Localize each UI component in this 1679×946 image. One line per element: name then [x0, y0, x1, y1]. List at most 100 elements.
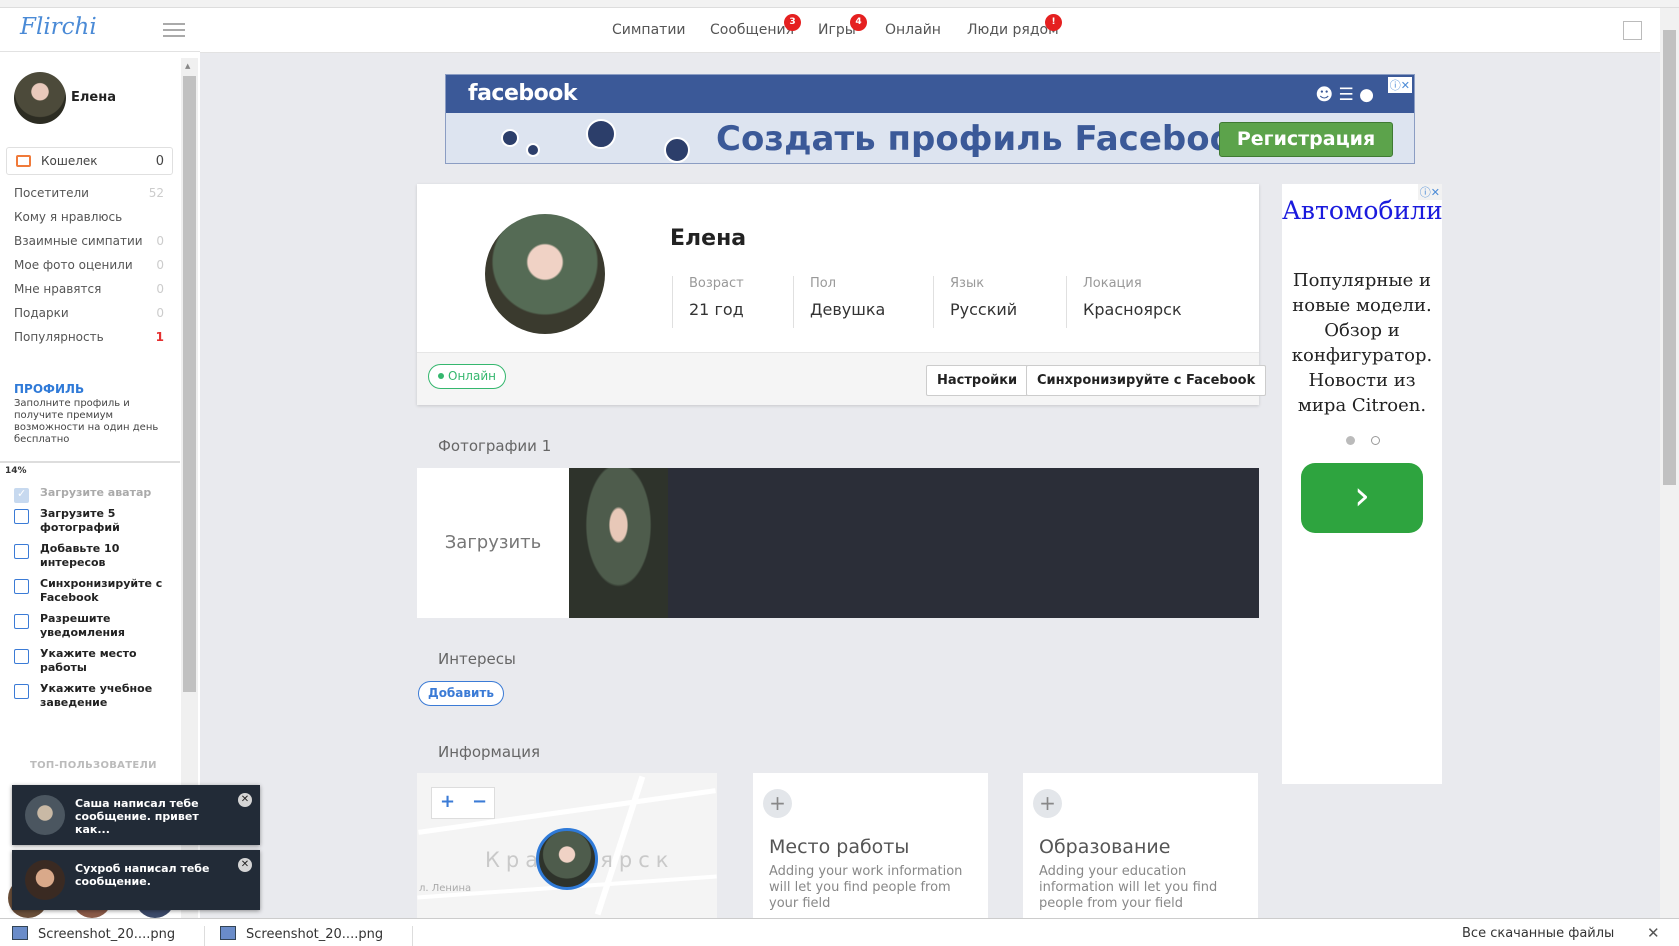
- add-education-icon[interactable]: +: [1033, 789, 1062, 818]
- message-notification[interactable]: Саша написал тебе сообщение. привет как.…: [12, 785, 260, 845]
- avatar[interactable]: [14, 72, 66, 124]
- interests-heading: Интересы: [438, 650, 516, 668]
- stat-who-likes-me[interactable]: Кому я нравлюсь: [14, 210, 164, 234]
- checkbox[interactable]: [14, 509, 29, 524]
- location-map[interactable]: + − Красноярск л. Ленина: [417, 773, 717, 918]
- ad-carousel-dots: [1346, 434, 1396, 449]
- stat-popularity[interactable]: Популярность 1: [14, 330, 164, 354]
- app-logo[interactable]: Flirchi: [20, 14, 97, 40]
- profile-heading[interactable]: ПРОФИЛЬ: [14, 382, 84, 396]
- menu-icon[interactable]: [163, 23, 185, 41]
- user-name[interactable]: Елена: [71, 90, 116, 105]
- profile-field-location: Локация Красноярск: [1066, 276, 1182, 328]
- sidebar-header: Flirchi: [0, 8, 200, 52]
- field-label: Язык: [950, 276, 985, 291]
- nav-likes[interactable]: Симпатии: [612, 22, 686, 38]
- ad-next-button[interactable]: ›: [1301, 463, 1423, 533]
- stat-gifts[interactable]: Подарки 0: [14, 306, 164, 330]
- task-upload-photos[interactable]: Загрузите 5 фотографий: [14, 507, 174, 535]
- citroen-ad[interactable]: ⓘ✕ Автомобили и Citroen Популярные и нов…: [1282, 184, 1442, 784]
- field-value: 21 год: [689, 300, 744, 319]
- download-item[interactable]: Screenshot_20....png: [220, 926, 413, 946]
- download-item[interactable]: Screenshot_20....png: [12, 926, 205, 946]
- add-interest-button[interactable]: Добавить: [418, 681, 504, 706]
- checkbox[interactable]: [14, 487, 29, 503]
- map-avatar-pin[interactable]: [536, 828, 598, 890]
- games-badge: 4: [850, 14, 867, 31]
- zoom-out-button[interactable]: −: [472, 791, 487, 812]
- task-label: Загрузите 5 фотографий: [40, 507, 120, 534]
- close-icon[interactable]: ✕: [238, 793, 252, 807]
- stat-mutual[interactable]: Взаимные симпатии 0: [14, 234, 164, 258]
- status-text: Онлайн: [448, 369, 496, 383]
- user-card[interactable]: Елена: [14, 72, 116, 124]
- stat-label: Взаимные симпатии: [14, 234, 143, 248]
- add-work-icon[interactable]: +: [763, 789, 792, 818]
- facebook-ad-slogan: Создать профиль Facebook: [716, 119, 1256, 159]
- facebook-ad-banner[interactable]: facebook ☻ ☰ ● ⓘ✕ Создать профиль Facebo…: [445, 74, 1415, 164]
- stat-label: Популярность: [14, 330, 104, 344]
- profile-card-footer: Онлайн Настройки Синхронизируйте с Faceb…: [417, 352, 1267, 405]
- wallet-button[interactable]: Кошелек 0: [6, 147, 173, 175]
- field-label: Возраст: [689, 276, 744, 291]
- people-icon: [526, 143, 540, 157]
- checkbox[interactable]: [14, 649, 29, 664]
- nav-online[interactable]: Онлайн: [885, 22, 941, 38]
- show-all-downloads-link[interactable]: Все скачанные файлы: [1462, 926, 1614, 941]
- task-add-interests[interactable]: Добавьте 10 интересов: [14, 542, 174, 570]
- close-icon[interactable]: ✕: [238, 858, 252, 872]
- stat-i-like[interactable]: Мне нравятся 0: [14, 282, 164, 306]
- stat-label: Подарки: [14, 306, 69, 320]
- task-education[interactable]: Укажите учебное заведение: [14, 682, 174, 710]
- nav-label: Онлайн: [885, 22, 941, 38]
- scrollbar-thumb[interactable]: [183, 76, 196, 692]
- profile-progress-bar: [0, 461, 180, 463]
- zoom-in-button[interactable]: +: [440, 791, 455, 812]
- carousel-dot-active[interactable]: [1346, 436, 1355, 445]
- education-title: Образование: [1039, 836, 1171, 858]
- photo-thumbnail[interactable]: [569, 468, 668, 618]
- map-road: [594, 775, 646, 916]
- sync-facebook-button[interactable]: Синхронизируйте с Facebook: [1026, 365, 1267, 396]
- checkbox[interactable]: [14, 684, 29, 699]
- profile-field-language: Язык Русский: [933, 276, 1017, 328]
- ad-title[interactable]: Автомобили и Citroen: [1282, 194, 1442, 228]
- ad-close-icon[interactable]: ⓘ✕: [1387, 77, 1412, 93]
- education-description: Adding your education information will l…: [1039, 864, 1218, 911]
- image-file-icon: [220, 926, 236, 940]
- work-card[interactable]: + Место работы Adding your work informat…: [753, 773, 988, 918]
- stat-photo-rated[interactable]: Мое фото оценили 0: [14, 258, 164, 282]
- facebook-register-button[interactable]: Регистрация: [1219, 122, 1393, 157]
- checkbox[interactable]: [14, 579, 29, 594]
- photos-heading: Фотографии 1: [438, 437, 552, 455]
- status-badge: Онлайн: [428, 364, 506, 389]
- task-sync-facebook[interactable]: Синхронизируйте с Facebook: [14, 577, 174, 605]
- settings-button[interactable]: Настройки: [926, 365, 1029, 396]
- message-notification[interactable]: Сухроб написал тебе сообщение. ✕: [12, 850, 260, 910]
- scroll-up-icon[interactable]: ▲: [185, 62, 190, 70]
- checkbox[interactable]: [14, 614, 29, 629]
- stat-count: 1: [155, 330, 164, 344]
- checkbox[interactable]: [14, 544, 29, 559]
- facebook-notification-icons: ☻ ☰ ●: [1315, 85, 1374, 105]
- scrollbar-thumb[interactable]: [1663, 30, 1676, 485]
- profile-avatar[interactable]: [485, 214, 605, 334]
- people-icon: [586, 119, 616, 149]
- page-scrollbar[interactable]: [1660, 8, 1679, 918]
- top-navigation: Симпатии Сообщения 3 Игры 4 Онлайн Люди ря…: [200, 8, 1660, 53]
- stat-label: Кому я нравлюсь: [14, 210, 123, 224]
- stat-visitors[interactable]: Посетители 52: [14, 186, 164, 210]
- close-icon[interactable]: ✕: [1647, 924, 1660, 942]
- education-card[interactable]: + Образование Adding your education info…: [1023, 773, 1258, 918]
- carousel-dot[interactable]: [1371, 436, 1380, 445]
- expand-icon[interactable]: [1623, 21, 1642, 40]
- nav-label: Симпатии: [612, 22, 686, 38]
- task-workplace[interactable]: Укажите место работы: [14, 647, 174, 675]
- nav-people-nearby[interactable]: Люди рядом!: [967, 14, 1062, 38]
- nav-messages[interactable]: Сообщения 3: [710, 14, 801, 38]
- upload-photo-button[interactable]: Загрузить: [417, 468, 569, 618]
- task-upload-avatar[interactable]: Загрузите аватар: [14, 486, 174, 503]
- nav-games[interactable]: Игры 4: [818, 14, 867, 38]
- task-allow-notifications[interactable]: Разрешите уведомления: [14, 612, 174, 640]
- field-value: Девушка: [810, 300, 886, 319]
